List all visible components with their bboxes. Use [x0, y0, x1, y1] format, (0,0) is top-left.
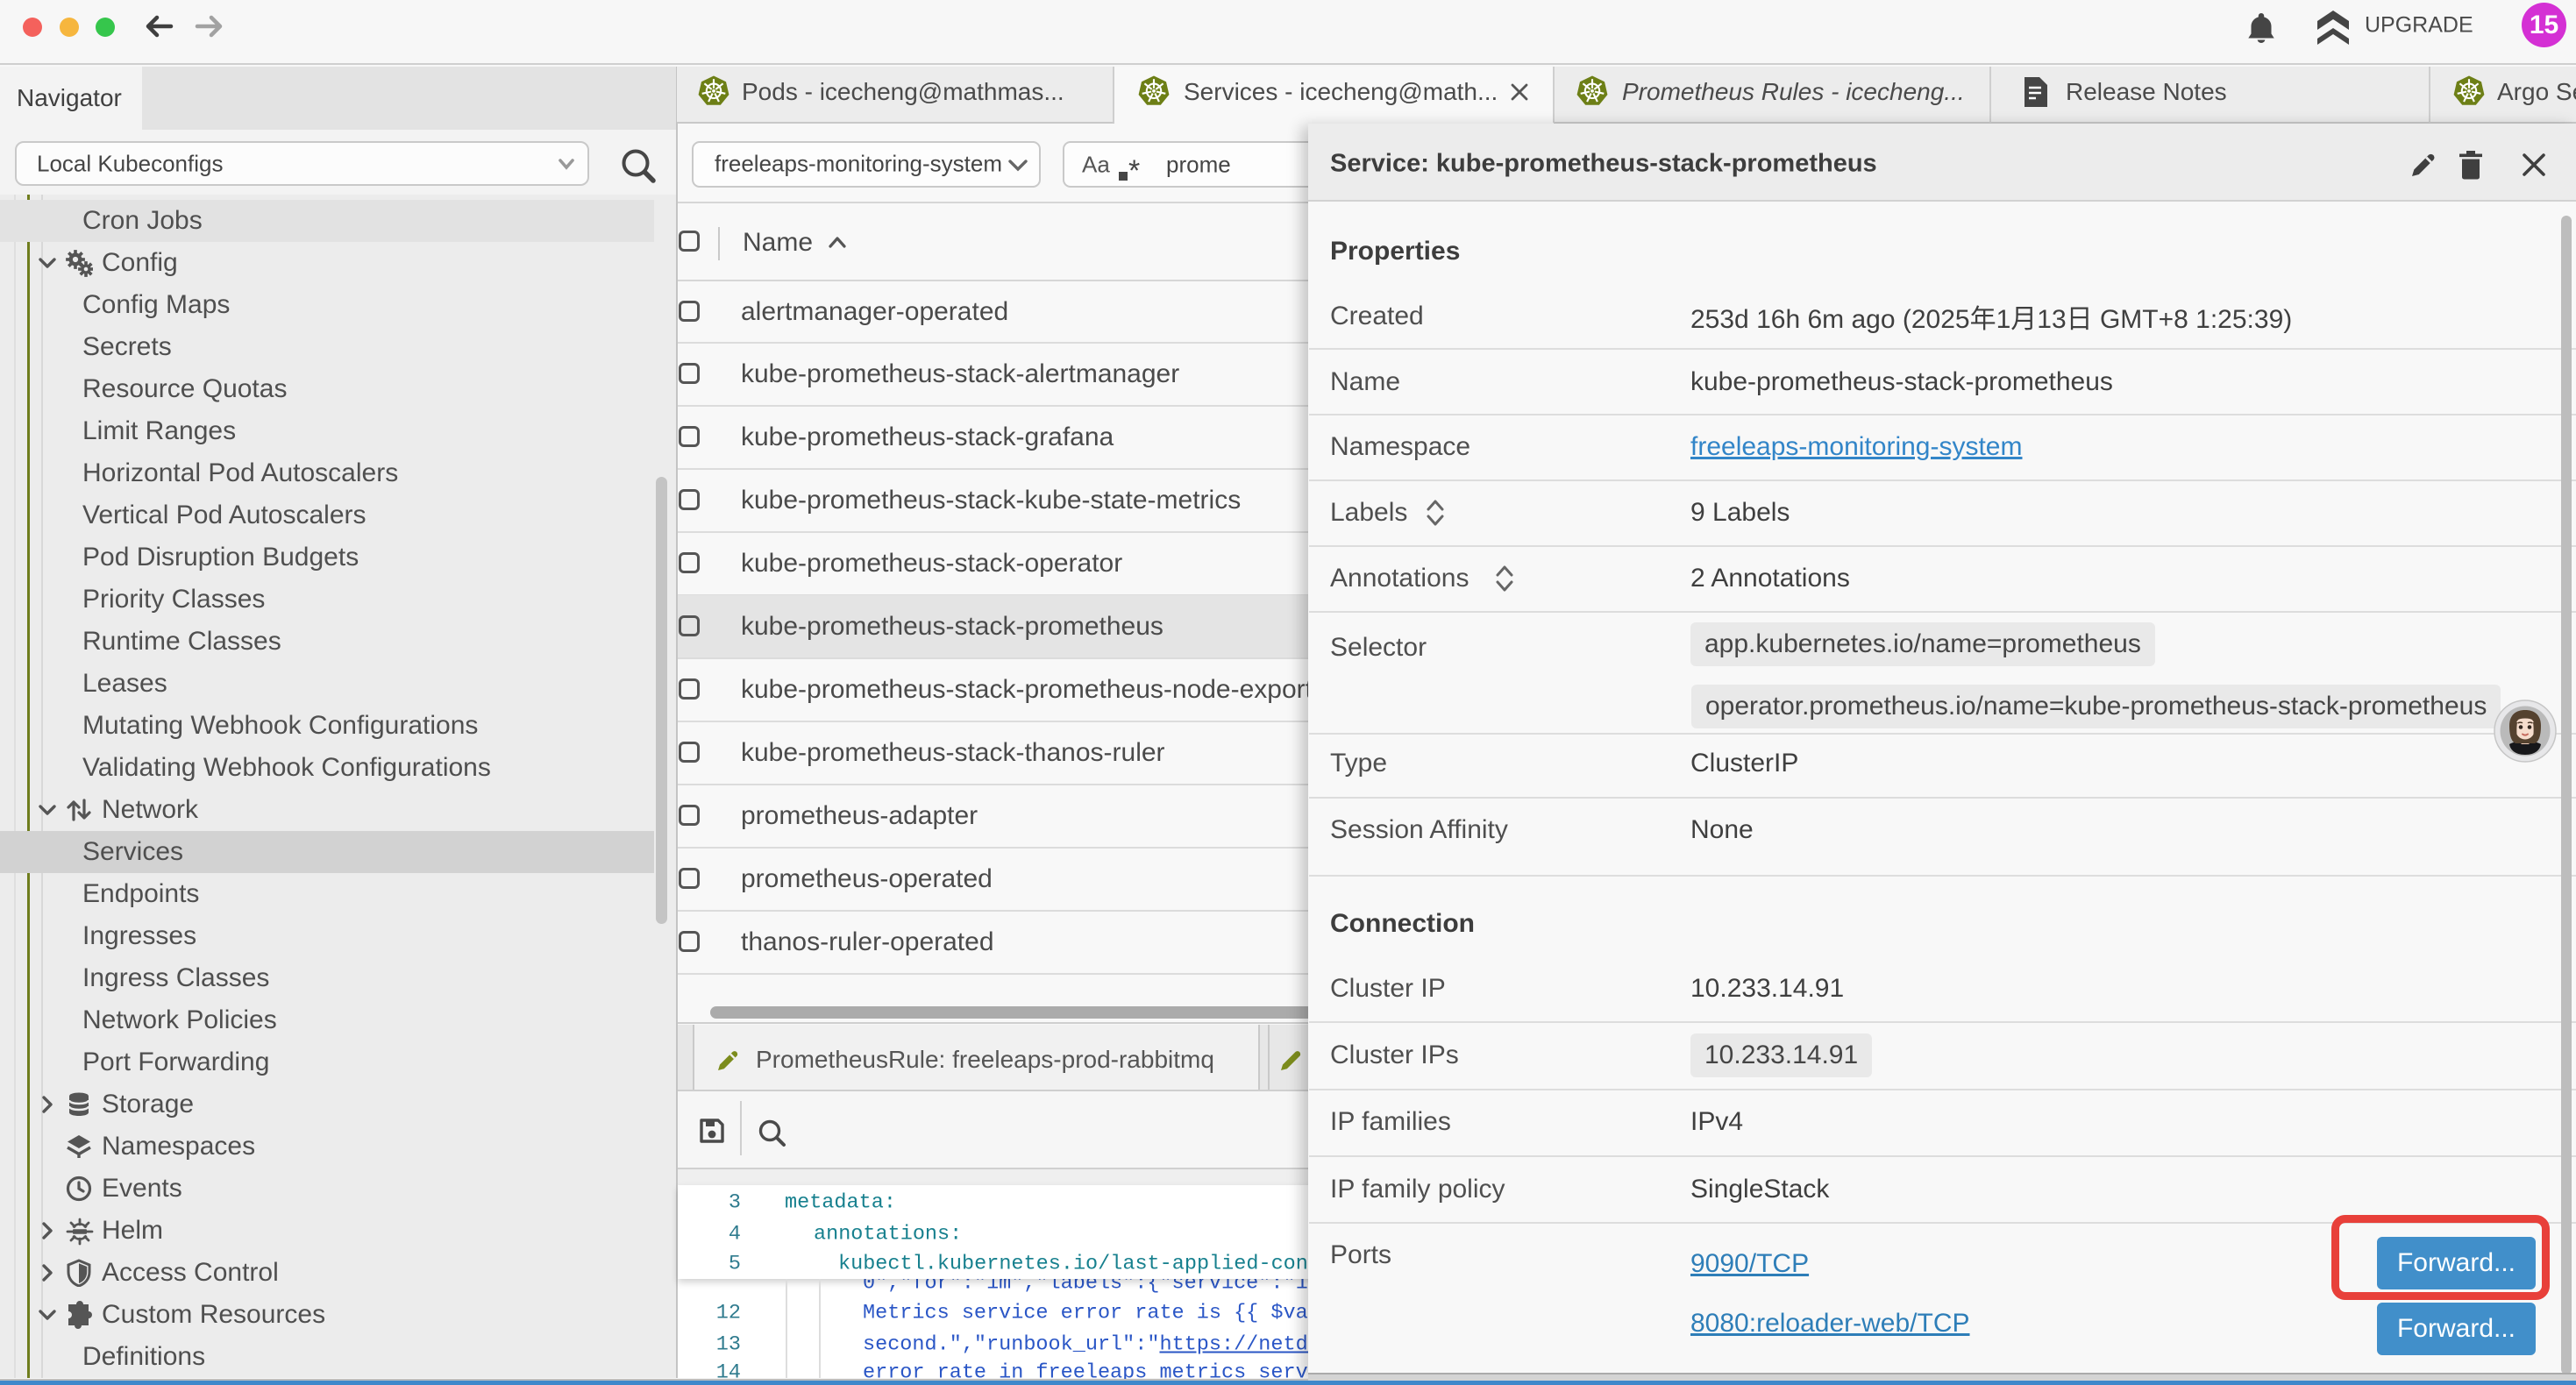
svg-text:*: * — [1128, 154, 1140, 182]
